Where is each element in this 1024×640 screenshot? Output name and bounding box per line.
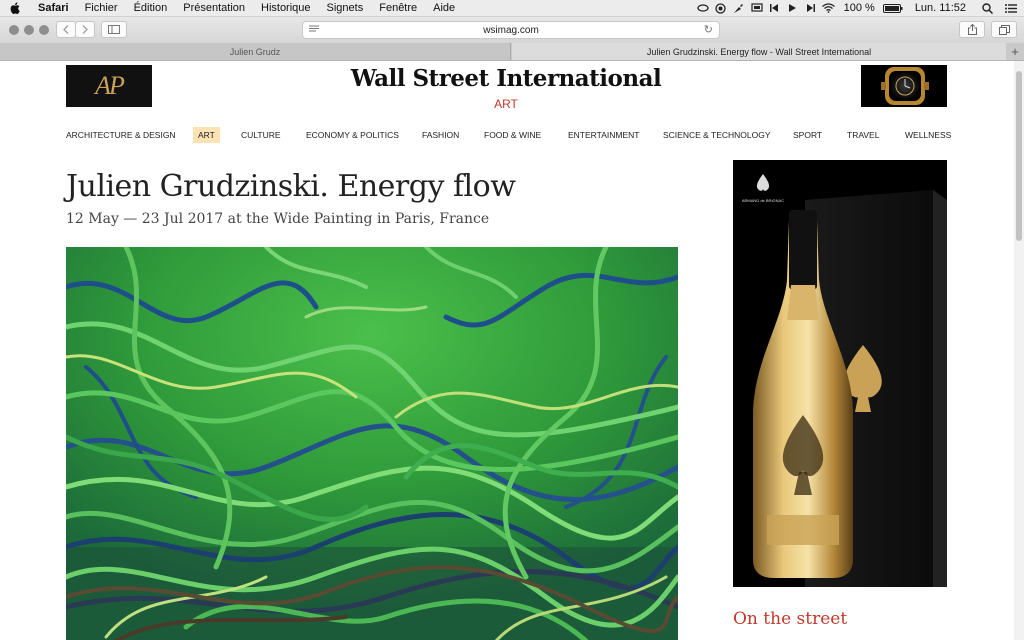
play-icon[interactable] [784,0,802,16]
next-track-icon[interactable] [802,0,820,16]
sync-icon[interactable] [712,0,730,16]
chevron-left-icon [63,25,69,34]
wifi-icon[interactable] [820,0,838,16]
ad-banner-left[interactable]: AP [66,65,152,107]
menu-safari[interactable]: Safari [30,0,77,16]
new-tab-button[interactable]: + [1006,43,1024,60]
tab-label: Julien Grudz [229,46,281,57]
article-title: Julien Grudzinski. Energy flow [66,169,516,204]
menu-signets[interactable]: Signets [319,0,372,16]
tabs-icon [998,24,1010,35]
chevron-right-icon [82,25,88,34]
masthead: Wall Street International ART [300,65,712,111]
address-bar[interactable]: wsimag.com ↻ [302,21,720,39]
ad-brand-text: ARMAND de BRIGNAC [742,198,784,203]
menu-aide[interactable]: Aide [425,0,463,16]
site-logo[interactable]: Wall Street International [300,65,712,93]
close-window-button[interactable] [9,25,19,35]
nav-travel[interactable]: TRAVEL [847,127,879,143]
watch-image [861,65,947,107]
share-icon [967,24,977,35]
tab-label: Julien Grudzinski. Energy flow - Wall St… [646,46,872,57]
battery-percentage: 100 % [843,2,875,14]
notification-center-icon[interactable] [998,0,1024,16]
nav-economy-politics[interactable]: ECONOMY & POLITICS [306,127,399,143]
spotlight-icon[interactable] [976,0,998,16]
previous-track-icon[interactable] [766,0,784,16]
share-button[interactable] [959,21,985,38]
forward-button[interactable] [75,21,95,38]
nav-fashion[interactable]: FASHION [422,127,459,143]
menu-historique[interactable]: Historique [253,0,319,16]
battery-icon[interactable] [881,0,905,16]
nav-entertainment[interactable]: ENTERTAINMENT [568,127,639,143]
article-subtitle: 12 May — 23 Jul 2017 at the Wide Paintin… [66,211,490,227]
sidebar-toggle-button[interactable] [101,21,127,38]
menu-edition[interactable]: Édition [126,0,176,16]
nav-food-wine[interactable]: FOOD & WINE [484,127,541,143]
nav-science-technology[interactable]: SCIENCE & TECHNOLOGY [663,127,771,143]
section-label[interactable]: ART [300,97,712,111]
url-text: wsimag.com [483,24,539,36]
apple-icon[interactable] [0,2,30,14]
sidebar-heading: On the street [733,609,848,629]
ad-sidebar-champagne[interactable]: ARMAND de BRIGNAC [733,160,947,587]
nav-sport[interactable]: SPORT [793,127,822,143]
paint-icon[interactable] [730,0,748,16]
minimize-window-button[interactable] [24,25,34,35]
menu-fenetre[interactable]: Fenêtre [371,0,425,16]
tab-bar: Julien Grudz Julien Grudzinski. Energy f… [0,43,1024,61]
back-button[interactable] [56,21,76,38]
creative-cloud-icon[interactable] [694,0,712,16]
browser-toolbar: wsimag.com ↻ [0,17,1024,44]
ad-banner-right[interactable] [861,65,947,107]
web-page: AP Wall Street International ART ARCHITE… [0,61,1014,640]
champagne-bottle-image: ARMAND de BRIGNAC [733,160,947,587]
section-navigation: ARCHITECTURE & DESIGN ART CULTURE ECONOM… [66,127,951,143]
menu-bar: Safari Fichier Édition Présentation Hist… [0,0,1024,17]
tab-julien-grudz[interactable]: Julien Grudz [0,43,511,60]
artwork-image[interactable] [66,247,678,640]
reader-view-icon[interactable] [309,25,319,36]
reload-icon[interactable]: ↻ [704,23,713,36]
ad-logo-text: AP [95,71,125,100]
zoom-window-button[interactable] [39,25,49,35]
clock[interactable]: Lun. 11:52 [905,2,976,14]
menu-presentation[interactable]: Présentation [175,0,253,16]
scroll-thumb[interactable] [1016,71,1022,241]
nav-architecture-design[interactable]: ARCHITECTURE & DESIGN [66,127,176,143]
menu-fichier[interactable]: Fichier [77,0,126,16]
nav-wellness[interactable]: WELLNESS [905,127,951,143]
tab-active-article[interactable]: Julien Grudzinski. Energy flow - Wall St… [512,43,1006,60]
tabs-overview-button[interactable] [991,21,1017,38]
sidebar-icon [108,25,120,34]
nav-art[interactable]: ART [193,127,220,143]
screen-mirror-icon[interactable] [748,0,766,16]
page-scrollbar[interactable] [1014,61,1024,640]
nav-culture[interactable]: CULTURE [241,127,281,143]
